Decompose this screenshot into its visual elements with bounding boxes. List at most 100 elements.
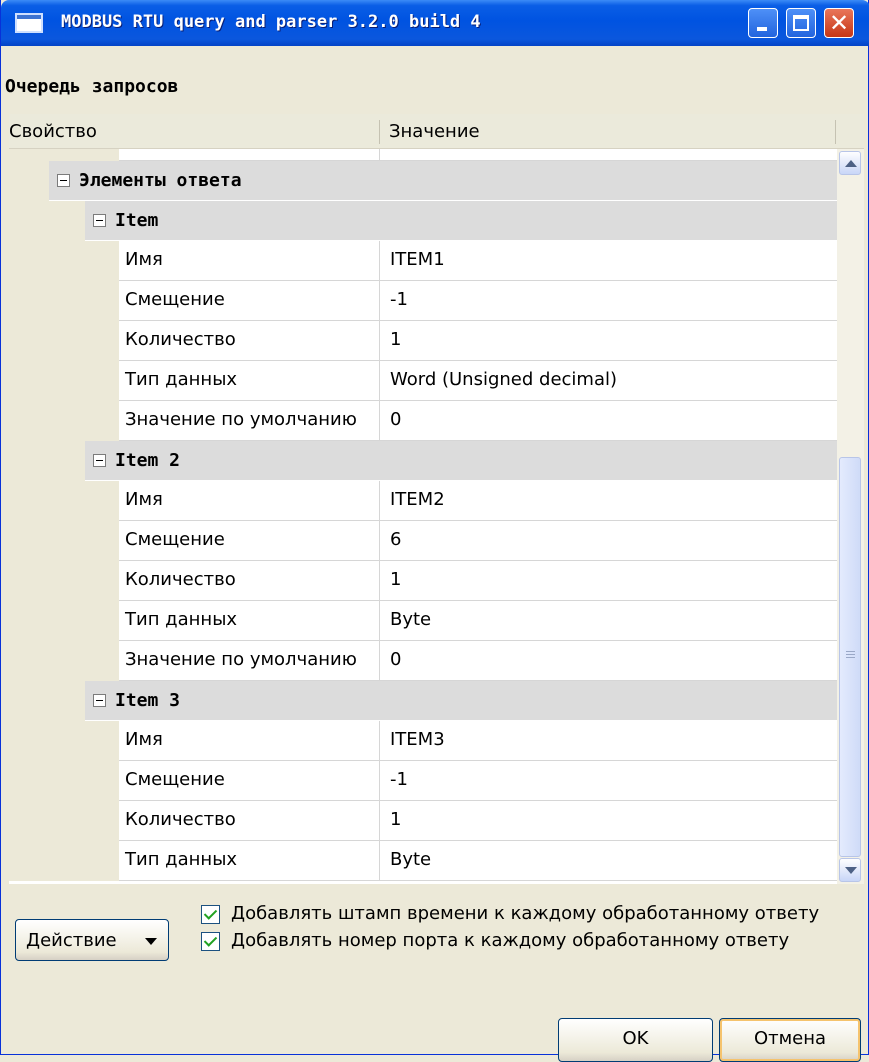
- property-value[interactable]: 0: [380, 401, 837, 441]
- scroll-up-button[interactable]: [839, 151, 861, 175]
- column-divider[interactable]: [379, 120, 380, 144]
- property-value[interactable]: ITEM1: [380, 241, 837, 281]
- row-gutter: [9, 761, 119, 801]
- property-grid[interactable]: Свойство Значение Таймаут (мс) Элементы о…: [9, 114, 864, 884]
- property-row[interactable]: Имя ITEM1: [9, 241, 837, 281]
- property-name[interactable]: Смещение: [119, 521, 380, 561]
- grid-rows: Таймаут (мс)Элементы ответаItemИмяITEM1С…: [9, 149, 837, 884]
- title-bar[interactable]: MODBUS RTU query and parser 3.2.0 build …: [1, 0, 869, 46]
- property-row[interactable]: Смещение -1: [9, 761, 837, 801]
- ok-button[interactable]: OK: [558, 1018, 713, 1062]
- property-value[interactable]: 1: [380, 321, 837, 361]
- category-row[interactable]: Item 2: [9, 441, 837, 481]
- cancel-button[interactable]: Отмена: [719, 1018, 861, 1062]
- collapse-icon[interactable]: [93, 694, 106, 707]
- port-number-checkbox[interactable]: [201, 932, 220, 951]
- property-row[interactable]: Количество 1: [9, 561, 837, 601]
- section-title: Очередь запросов: [5, 76, 179, 97]
- category-row[interactable]: Item: [9, 201, 837, 241]
- property-row[interactable]: Тип данных Byte: [9, 601, 837, 641]
- property-row[interactable]: Имя ITEM2: [9, 481, 837, 521]
- property-row[interactable]: Смещение 6: [9, 521, 837, 561]
- property-value[interactable]: ITEM2: [380, 481, 837, 521]
- property-value[interactable]: 6: [380, 521, 837, 561]
- scroll-thumb[interactable]: [839, 457, 861, 857]
- action-label: Действие: [26, 930, 117, 951]
- property-value[interactable]: [380, 149, 837, 161]
- property-name[interactable]: Значение по умолчанию: [119, 401, 380, 441]
- category-row[interactable]: Item 3: [9, 681, 837, 721]
- property-name[interactable]: Имя: [119, 481, 380, 521]
- category-bar[interactable]: [85, 201, 837, 241]
- close-icon: ✕: [828, 9, 850, 37]
- row-gutter: [9, 521, 119, 561]
- category-label: Элементы ответа: [79, 170, 242, 191]
- timestamp-checkbox[interactable]: [201, 905, 220, 924]
- row-gutter: [9, 401, 119, 441]
- property-row[interactable]: Тип данных Word (Unsigned decimal): [9, 361, 837, 401]
- property-value[interactable]: 0: [380, 641, 837, 681]
- collapse-icon[interactable]: [93, 454, 106, 467]
- row-gutter: [9, 149, 119, 161]
- check-icon: [203, 906, 218, 920]
- maximize-icon: [793, 15, 809, 31]
- action-dropdown-button[interactable]: Действие: [15, 919, 169, 961]
- property-name[interactable]: Таймаут (мс): [119, 149, 380, 161]
- property-name[interactable]: Смещение: [119, 761, 380, 801]
- property-name[interactable]: Количество: [119, 801, 380, 841]
- vertical-scrollbar[interactable]: [837, 149, 864, 884]
- property-value[interactable]: Word (Unsigned decimal): [380, 361, 837, 401]
- close-button[interactable]: ✕: [824, 8, 854, 38]
- property-value[interactable]: -1: [380, 761, 837, 801]
- property-name[interactable]: Количество: [119, 321, 380, 361]
- property-name[interactable]: Значение по умолчанию: [119, 641, 380, 681]
- category-label: Item: [115, 210, 159, 231]
- property-row[interactable]: Тип данных Byte: [9, 841, 837, 881]
- grip-line: [846, 654, 855, 655]
- property-name[interactable]: Имя: [119, 721, 380, 761]
- collapse-icon[interactable]: [57, 174, 70, 187]
- property-name[interactable]: Имя: [119, 241, 380, 281]
- row-gutter: [9, 841, 119, 881]
- collapse-icon[interactable]: [93, 214, 106, 227]
- property-row[interactable]: Значение по умолчанию 0: [9, 401, 837, 441]
- category-row[interactable]: Элементы ответа: [9, 161, 837, 201]
- chevron-up-icon: [845, 160, 857, 167]
- property-row[interactable]: Количество 1: [9, 801, 837, 841]
- property-row[interactable]: Смещение -1: [9, 281, 837, 321]
- check-icon: [203, 933, 218, 947]
- property-value[interactable]: Byte: [380, 841, 837, 881]
- port-number-checkbox-label[interactable]: Добавлять номер порта к каждому обработа…: [231, 930, 789, 951]
- row-gutter: [9, 321, 119, 361]
- row-gutter: [9, 441, 85, 481]
- minimize-button[interactable]: [748, 8, 778, 38]
- property-value[interactable]: -1: [380, 281, 837, 321]
- column-divider[interactable]: [835, 120, 836, 144]
- category-bar[interactable]: [85, 681, 837, 721]
- property-row[interactable]: Значение по умолчанию 0: [9, 641, 837, 681]
- row-gutter: [9, 681, 85, 721]
- row-gutter: [9, 721, 119, 761]
- timestamp-checkbox-label[interactable]: Добавлять штамп времени к каждому обрабо…: [231, 903, 819, 924]
- column-header-property[interactable]: Свойство: [9, 121, 97, 142]
- property-name[interactable]: Тип данных: [119, 601, 380, 641]
- property-value[interactable]: Byte: [380, 601, 837, 641]
- row-gutter: [9, 201, 85, 241]
- maximize-button[interactable]: [786, 8, 816, 38]
- row-gutter: [9, 801, 119, 841]
- property-row[interactable]: Имя ITEM3: [9, 721, 837, 761]
- property-value[interactable]: ITEM3: [380, 721, 837, 761]
- grid-row-partial: Таймаут (мс): [9, 149, 837, 161]
- category-bar[interactable]: [85, 441, 837, 481]
- property-name[interactable]: Тип данных: [119, 841, 380, 881]
- property-name[interactable]: Тип данных: [119, 361, 380, 401]
- property-name[interactable]: Смещение: [119, 281, 380, 321]
- property-value[interactable]: 1: [380, 561, 837, 601]
- chevron-down-icon: [845, 867, 857, 874]
- property-name[interactable]: Количество: [119, 561, 380, 601]
- row-gutter: [9, 241, 119, 281]
- column-header-value[interactable]: Значение: [389, 121, 480, 142]
- property-value[interactable]: 1: [380, 801, 837, 841]
- scroll-down-button[interactable]: [839, 858, 861, 882]
- property-row[interactable]: Количество 1: [9, 321, 837, 361]
